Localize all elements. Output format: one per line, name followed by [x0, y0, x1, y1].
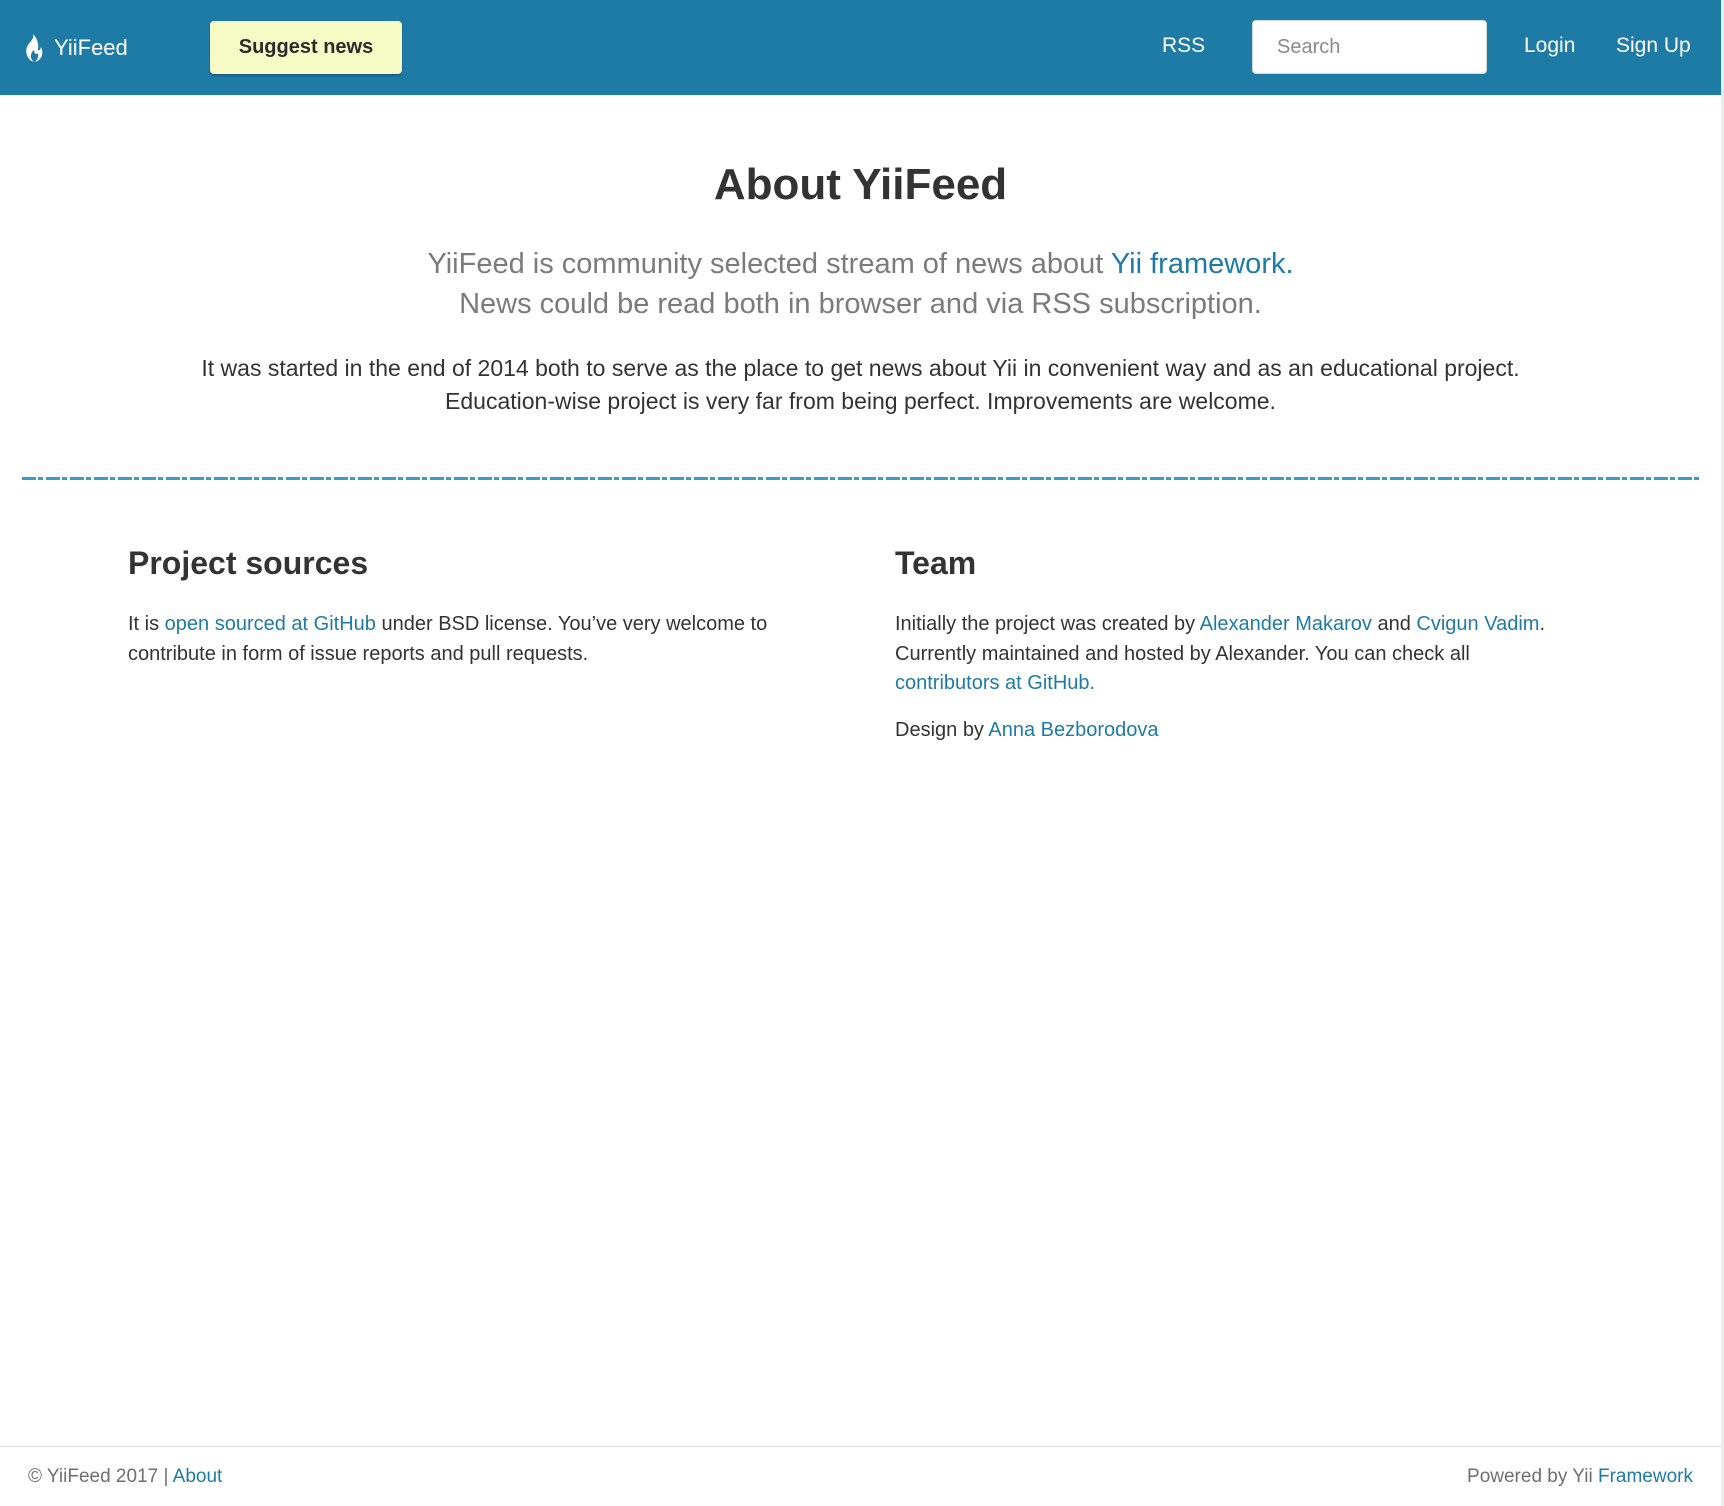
footer-about-link[interactable]: About: [173, 1466, 223, 1487]
designer-link[interactable]: Anna Bezborodova: [988, 719, 1158, 741]
login-link[interactable]: Login: [1524, 34, 1575, 58]
signup-link[interactable]: Sign Up: [1616, 34, 1691, 58]
project-sources-section: Project sources It is open sourced at Gi…: [128, 545, 778, 686]
project-sources-heading: Project sources: [128, 545, 369, 581]
footer-powered-by: Powered by Yii Framework: [1467, 1466, 1693, 1488]
footer-copyright: © YiiFeed 2017 | About: [28, 1466, 222, 1488]
powered-by-text: Powered by Yii: [1467, 1466, 1598, 1487]
team-section: Team Initially the project was created b…: [895, 545, 1545, 762]
author-vadim-link[interactable]: Cvigun Vadim: [1416, 613, 1539, 635]
top-navbar: YiiFeed Suggest news RSS Login Sign Up: [0, 0, 1721, 95]
page-title: About YiiFeed: [713, 160, 1008, 209]
brand-link[interactable]: YiiFeed: [22, 30, 128, 66]
intro-line-1: It was started in the end of 2014 both t…: [201, 355, 1520, 381]
team-text-prefix: Initially the project was created by: [895, 613, 1200, 635]
intro-line-2: Education-wise project is very far from …: [445, 388, 1276, 414]
section-divider: [22, 477, 1702, 480]
author-alexander-link[interactable]: Alexander Makarov: [1200, 613, 1372, 635]
contributors-link[interactable]: contributors at GitHub.: [895, 672, 1095, 694]
team-text-and: and: [1371, 613, 1417, 635]
copyright-text: © YiiFeed 2017 |: [28, 1466, 173, 1487]
lead-text: YiiFeed is community selected stream of …: [0, 244, 1721, 324]
team-text: Initially the project was created by Ale…: [895, 610, 1545, 699]
brand-name: YiiFeed: [54, 35, 128, 60]
design-credit: Design by Anna Bezborodova: [895, 716, 1545, 746]
flame-icon: [22, 33, 46, 63]
search-input[interactable]: [1252, 20, 1487, 74]
team-heading: Team: [895, 545, 977, 581]
lead-prefix: YiiFeed is community selected stream of …: [427, 248, 1111, 280]
project-sources-text: It is open sourced at GitHub under BSD l…: [128, 610, 778, 669]
suggest-news-button[interactable]: Suggest news: [210, 21, 402, 74]
yii-framework-footer-link[interactable]: Framework: [1598, 1466, 1693, 1487]
sources-text-prefix: It is: [128, 613, 165, 635]
intro-text: It was started in the end of 2014 both t…: [0, 352, 1721, 418]
rss-link[interactable]: RSS: [1162, 34, 1205, 58]
yii-framework-link[interactable]: Yii framework.: [1111, 248, 1294, 280]
lead-line-2: News could be read both in browser and v…: [459, 288, 1262, 320]
page-footer: © YiiFeed 2017 | About Powered by Yii Fr…: [0, 1446, 1721, 1506]
design-prefix: Design by: [895, 718, 989, 741]
github-source-link[interactable]: open sourced at GitHub: [165, 613, 376, 635]
